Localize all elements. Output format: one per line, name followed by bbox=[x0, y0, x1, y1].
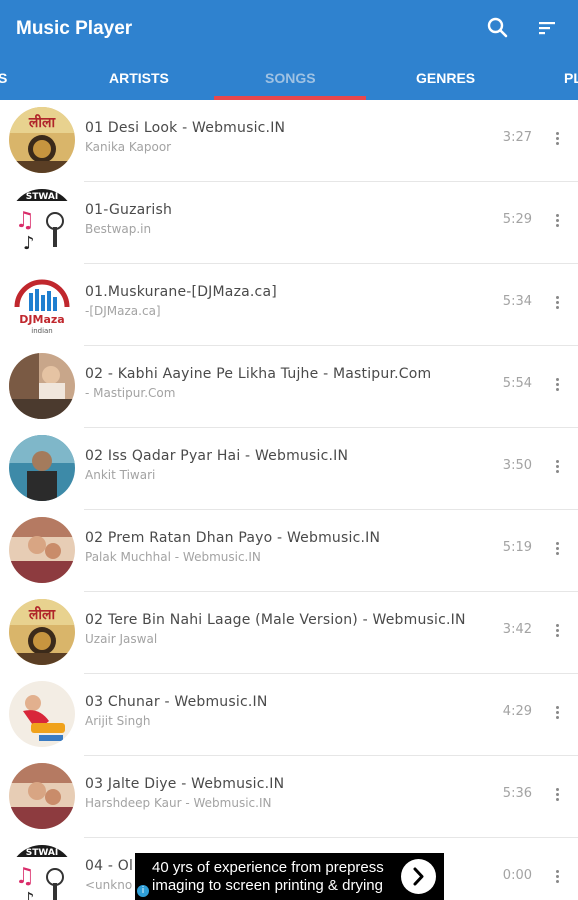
more-options-icon[interactable] bbox=[554, 294, 560, 314]
more-options-icon[interactable] bbox=[554, 458, 560, 478]
more-options-icon[interactable] bbox=[554, 130, 560, 150]
chevron-right-icon bbox=[413, 867, 424, 886]
album-art-thumbnail bbox=[9, 681, 75, 747]
album-art-thumbnail: STWAI ♫ ♪ bbox=[9, 845, 75, 900]
svg-text:♫: ♫ bbox=[15, 864, 35, 889]
song-title: 04 - Ol bbox=[85, 858, 134, 874]
song-row[interactable]: लीला 02 Tere Bin Nahi Laage (Male Version… bbox=[0, 592, 578, 674]
svg-text:लीला: लीला bbox=[28, 114, 57, 131]
song-row[interactable]: 02 Iss Qadar Pyar Hai - Webmusic.IN Ankit… bbox=[0, 428, 578, 510]
svg-text:DJMaza: DJMaza bbox=[19, 313, 64, 326]
search-icon[interactable] bbox=[484, 14, 512, 42]
song-title: 02 Iss Qadar Pyar Hai - Webmusic.IN bbox=[85, 448, 349, 464]
album-art-thumbnail bbox=[9, 517, 75, 583]
album-art-thumbnail bbox=[9, 353, 75, 419]
tab-artists[interactable]: ARTISTS bbox=[109, 70, 169, 86]
song-duration: 5:34 bbox=[502, 294, 532, 309]
svg-text:♫: ♫ bbox=[15, 208, 35, 233]
tab-genres[interactable]: GENRES bbox=[416, 70, 475, 86]
svg-text:STWAI: STWAI bbox=[26, 848, 58, 858]
song-duration: 5:29 bbox=[502, 212, 532, 227]
song-row[interactable]: STWAI ♫ ♪ 01-Guzarish Bestwap.in 5:29 bbox=[0, 182, 578, 264]
song-duration: 0:00 bbox=[502, 868, 532, 883]
tab-albums[interactable]: S bbox=[0, 70, 7, 86]
song-title: 02 Tere Bin Nahi Laage (Male Version) - … bbox=[85, 612, 466, 628]
ad-info-icon[interactable]: i bbox=[137, 885, 149, 897]
song-artist: Kanika Kapoor bbox=[85, 140, 172, 154]
app-bar: Music Player S ARTISTS SONGS GENRES PL bbox=[0, 0, 578, 100]
song-title: 03 Jalte Diye - Webmusic.IN bbox=[85, 776, 285, 792]
svg-text:indian: indian bbox=[31, 327, 53, 335]
song-title: 03 Chunar - Webmusic.IN bbox=[85, 694, 268, 710]
tab-songs[interactable]: SONGS bbox=[265, 70, 316, 86]
song-title: 02 Prem Ratan Dhan Payo - Webmusic.IN bbox=[85, 530, 381, 546]
song-row[interactable]: लीला 01 Desi Look - Webmusic.IN Kanika Kap… bbox=[0, 100, 578, 182]
song-artist: -[DJMaza.ca] bbox=[85, 304, 161, 318]
more-options-icon[interactable] bbox=[554, 212, 560, 232]
more-options-icon[interactable] bbox=[554, 704, 560, 724]
app-title: Music Player bbox=[16, 18, 133, 39]
song-artist: <unkno bbox=[85, 878, 133, 892]
album-art-thumbnail: लीला bbox=[9, 599, 75, 665]
song-list[interactable]: लीला 01 Desi Look - Webmusic.IN Kanika Kap… bbox=[0, 100, 578, 900]
tab-playlists[interactable]: PL bbox=[564, 70, 578, 86]
svg-text:♪: ♪ bbox=[23, 233, 35, 254]
album-art-thumbnail: लीला bbox=[9, 107, 75, 173]
song-artist: Bestwap.in bbox=[85, 222, 152, 236]
ad-line-2: imaging to screen printing & drying bbox=[152, 877, 383, 894]
song-artist: Uzair Jaswal bbox=[85, 632, 158, 646]
album-art-thumbnail: STWAI ♫ ♪ bbox=[9, 189, 75, 255]
song-duration: 5:54 bbox=[502, 376, 532, 391]
sort-icon[interactable] bbox=[534, 14, 562, 42]
song-artist: Ankit Tiwari bbox=[85, 468, 156, 482]
svg-text:लीला: लीला bbox=[28, 606, 57, 623]
song-duration: 5:36 bbox=[502, 786, 532, 801]
ad-text: 40 yrs of experience from prepress imagi… bbox=[152, 859, 384, 895]
song-row[interactable]: 03 Chunar - Webmusic.IN Arijit Singh 4:29 bbox=[0, 674, 578, 756]
song-title: 01 Desi Look - Webmusic.IN bbox=[85, 120, 286, 136]
album-art-thumbnail: DJMaza indian bbox=[9, 271, 75, 337]
ad-banner[interactable]: 40 yrs of experience from prepress imagi… bbox=[135, 853, 444, 900]
ad-line-1: 40 yrs of experience from prepress bbox=[152, 859, 384, 876]
more-options-icon[interactable] bbox=[554, 540, 560, 560]
album-art-thumbnail bbox=[9, 763, 75, 829]
song-duration: 3:27 bbox=[502, 130, 532, 145]
more-options-icon[interactable] bbox=[554, 868, 560, 888]
song-artist: Harshdeep Kaur - Webmusic.IN bbox=[85, 796, 272, 810]
song-duration: 3:50 bbox=[502, 458, 532, 473]
song-duration: 3:42 bbox=[502, 622, 532, 637]
song-artist: Palak Muchhal - Webmusic.IN bbox=[85, 550, 261, 564]
more-options-icon[interactable] bbox=[554, 376, 560, 396]
more-options-icon[interactable] bbox=[554, 622, 560, 642]
album-art-thumbnail bbox=[9, 435, 75, 501]
song-duration: 4:29 bbox=[502, 704, 532, 719]
song-row[interactable]: DJMaza indian 01.Muskurane-[DJMaza.ca] -[DJ… bbox=[0, 264, 578, 346]
song-title: 01-Guzarish bbox=[85, 202, 173, 218]
song-artist: - Mastipur.Com bbox=[85, 386, 176, 400]
song-row[interactable]: 02 - Kabhi Aayine Pe Likha Tujhe - Masti… bbox=[0, 346, 578, 428]
song-title: 02 - Kabhi Aayine Pe Likha Tujhe - Masti… bbox=[85, 366, 432, 382]
song-duration: 5:19 bbox=[502, 540, 532, 555]
song-row[interactable]: 03 Jalte Diye - Webmusic.IN Harshdeep Kau… bbox=[0, 756, 578, 838]
svg-text:♪: ♪ bbox=[23, 889, 35, 900]
song-row[interactable]: 02 Prem Ratan Dhan Payo - Webmusic.IN Pal… bbox=[0, 510, 578, 592]
svg-text:STWAI: STWAI bbox=[26, 192, 58, 202]
more-options-icon[interactable] bbox=[554, 786, 560, 806]
tab-bar: S ARTISTS SONGS GENRES PL bbox=[0, 58, 578, 100]
song-title: 01.Muskurane-[DJMaza.ca] bbox=[85, 284, 277, 300]
ad-arrow-button[interactable] bbox=[401, 859, 436, 894]
song-artist: Arijit Singh bbox=[85, 714, 151, 728]
